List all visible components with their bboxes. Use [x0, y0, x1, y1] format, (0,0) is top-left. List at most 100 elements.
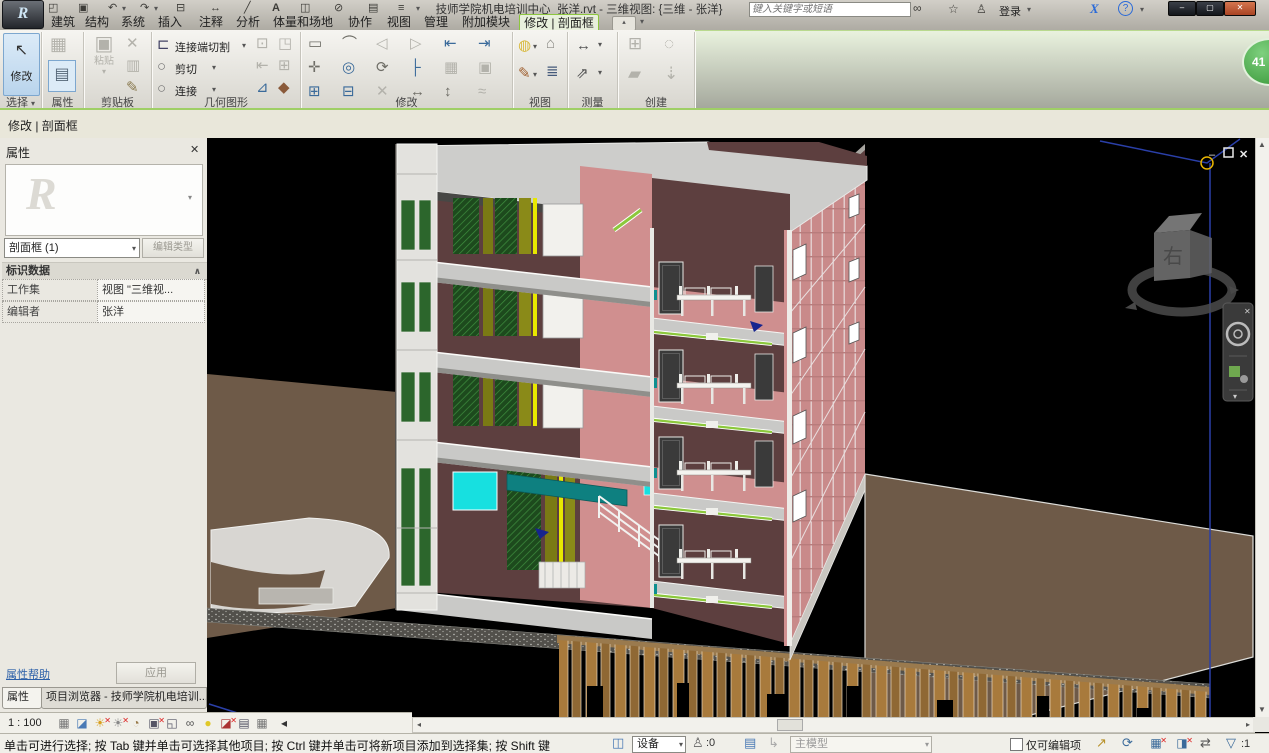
paste-button[interactable]: ▣ 粘贴 ▾ [90, 36, 118, 76]
tab-collaborate[interactable]: 协作 [345, 14, 375, 30]
visual-style-icon[interactable]: ◪ [74, 716, 90, 731]
view-minimize-icon[interactable]: – [1209, 149, 1216, 161]
cut-icon[interactable]: ✕ [126, 36, 139, 52]
properties-grid-icon[interactable]: ▦ [50, 36, 67, 52]
viewbar-expand-icon[interactable]: ◂ [276, 716, 292, 731]
select-underlay-icon[interactable]: ▦✕ [1148, 736, 1164, 751]
navbar-close-icon[interactable]: ✕ [1244, 307, 1251, 316]
type-selector-caret-icon[interactable]: ▾ [132, 240, 136, 258]
measure-icon[interactable]: ⇗ [576, 66, 589, 82]
select-pinned-icon[interactable]: ◨✕ [1174, 736, 1190, 751]
wall-joins-icon[interactable]: ⊡ [256, 36, 269, 52]
override-graphics-icon[interactable]: ✎ [518, 66, 531, 82]
3d-viewport-canvas[interactable]: 右 – ✕ ✕ ▾ [207, 138, 1255, 717]
create-similar-icon[interactable]: ⇣ [664, 66, 678, 82]
ruler-dropdown-icon[interactable]: ▾ [598, 40, 602, 49]
view-scale-button[interactable]: 1 : 100 [8, 717, 42, 729]
view-close-icon[interactable]: ✕ [1239, 149, 1248, 161]
measure-dropdown-icon[interactable]: ▾ [598, 68, 602, 77]
type-selector-combo[interactable]: 剖面框 (1) ▾ [4, 238, 140, 258]
hide-dropdown-icon[interactable]: ▾ [533, 42, 537, 51]
ribbon-state-dropdown-icon[interactable]: ▾ [640, 17, 644, 26]
lightbulb-hide-icon[interactable]: ◍ [518, 38, 531, 54]
beam-joins-icon[interactable]: ◳ [278, 36, 292, 52]
mirror-draw-icon[interactable]: ▷ [410, 36, 422, 52]
workset-caret-icon[interactable]: ▾ [679, 737, 683, 752]
type-preview[interactable]: R ▾ [5, 164, 203, 236]
ribbon-state-toggle-icon[interactable]: ▴ [612, 16, 636, 31]
cut-geometry-icon[interactable]: ○ [157, 59, 166, 75]
search-icon[interactable]: ∞ [913, 1, 922, 15]
reveal-hidden-elements-icon[interactable]: ∞ [182, 716, 198, 731]
worksharing-dialog-icon[interactable]: ▤ [744, 736, 756, 750]
select-links-icon[interactable]: ⟳ [1122, 736, 1133, 750]
cut-dropdown-icon[interactable]: ▾ [212, 63, 216, 72]
properties-close-icon[interactable]: ✕ [190, 143, 199, 156]
apply-button[interactable]: 应用 [116, 662, 196, 684]
press-drag-icon[interactable]: ↗ [1096, 736, 1107, 750]
move-icon[interactable]: ✛ [308, 60, 321, 76]
temporary-hide-isolate-icon[interactable]: ● [200, 716, 216, 731]
sun-path-icon[interactable]: ☀✕ [92, 716, 108, 731]
array-icon[interactable]: ▦ [444, 60, 458, 76]
communication-center-icon[interactable]: ♙ [976, 2, 987, 16]
tab-view[interactable]: 视图 [384, 14, 414, 30]
sign-in-button[interactable]: 登录 [999, 3, 1021, 19]
worksharing-display-icon[interactable]: ▦ [254, 716, 270, 731]
navigation-bar[interactable]: ✕ ▾ [1223, 303, 1253, 401]
paint-icon[interactable]: ⊿ [256, 80, 269, 96]
modify-tool-button[interactable]: ↖ 修改 [3, 33, 40, 96]
selection-filter-icon[interactable]: ▽ [1226, 736, 1236, 750]
building-section-model[interactable] [395, 142, 867, 660]
reveal-constraints-icon[interactable]: ▤ [236, 716, 252, 731]
tab-massing-site[interactable]: 体量和场地 [272, 14, 334, 30]
crop-view-icon[interactable]: ▣✕ [146, 716, 162, 731]
sign-in-dropdown-icon[interactable]: ▾ [1027, 5, 1031, 14]
create-assembly-icon[interactable]: ◌ [664, 36, 674, 52]
tab-structure[interactable]: 结构 [82, 14, 112, 30]
unjoin-icon[interactable]: ⇤ [256, 58, 269, 74]
rotate-icon[interactable]: ⟳ [376, 60, 389, 76]
tab-project-browser[interactable]: 项目浏览器 - 技师学院机电培训... [41, 687, 207, 709]
exchange-apps-icon[interactable]: X [1090, 1, 1099, 17]
terrain-left[interactable] [207, 374, 397, 638]
split-element-icon[interactable]: ⇤ [444, 36, 457, 52]
property-value[interactable]: 张洋 [97, 301, 205, 323]
dimension-icon[interactable]: ↔ [210, 2, 221, 14]
undo-dropdown-icon[interactable]: ▾ [122, 4, 126, 13]
join-dropdown-icon[interactable]: ▾ [212, 85, 216, 94]
horizontal-scroll-thumb[interactable] [777, 719, 803, 731]
tab-annotate[interactable]: 注释 [196, 14, 226, 30]
edit-type-button[interactable]: 编辑类型 [142, 238, 204, 258]
tab-analyze[interactable]: 分析 [233, 14, 263, 30]
print-icon[interactable]: ⊟ [176, 2, 185, 14]
scale-icon[interactable]: ▣ [478, 60, 492, 76]
detail-line-icon[interactable]: ╱ [244, 2, 251, 14]
render-icon[interactable]: ⌂ [546, 36, 555, 52]
section-icon[interactable]: ⊘ [334, 2, 343, 14]
tab-systems[interactable]: 系统 [118, 14, 148, 30]
tab-properties-palette[interactable]: 属性 [2, 687, 42, 709]
properties-help-link[interactable]: 属性帮助 [6, 666, 50, 682]
crop-region-visibility-icon[interactable]: ◱ [164, 716, 180, 731]
subscription-icon[interactable]: ☆ [948, 2, 959, 16]
scroll-left-icon[interactable]: ◂ [413, 719, 425, 731]
tab-addins[interactable]: 附加模块 [460, 14, 512, 30]
shadows-icon[interactable]: ☀✕ [110, 716, 126, 731]
scroll-down-icon[interactable]: ▼ [1256, 704, 1268, 716]
create-parts-icon[interactable]: ▰ [628, 66, 641, 82]
worksets-icon[interactable]: ◫ [612, 736, 624, 750]
copy-element-icon[interactable]: ◎ [342, 60, 355, 76]
split-with-gap-icon[interactable]: ⇥ [478, 36, 491, 52]
vertical-scrollbar[interactable]: ▲ ▼ [1255, 138, 1269, 717]
rendering-dialog-icon[interactable]: ◔ [128, 716, 144, 731]
minimize-button[interactable]: – [1168, 1, 1196, 16]
demolish-hammer-icon[interactable]: ◆ [278, 80, 290, 96]
design-option-combo[interactable]: 主模型 ▾ [790, 736, 932, 753]
search-input[interactable] [749, 2, 911, 17]
ruler-icon[interactable]: ↔ [576, 38, 591, 54]
thin-lines-icon[interactable]: ≡ [398, 2, 404, 14]
property-value[interactable]: 视图 "三维视... [97, 279, 205, 301]
split-face-icon[interactable]: ⊞ [278, 58, 291, 74]
default-3d-view-icon[interactable]: ◫ [300, 2, 310, 14]
